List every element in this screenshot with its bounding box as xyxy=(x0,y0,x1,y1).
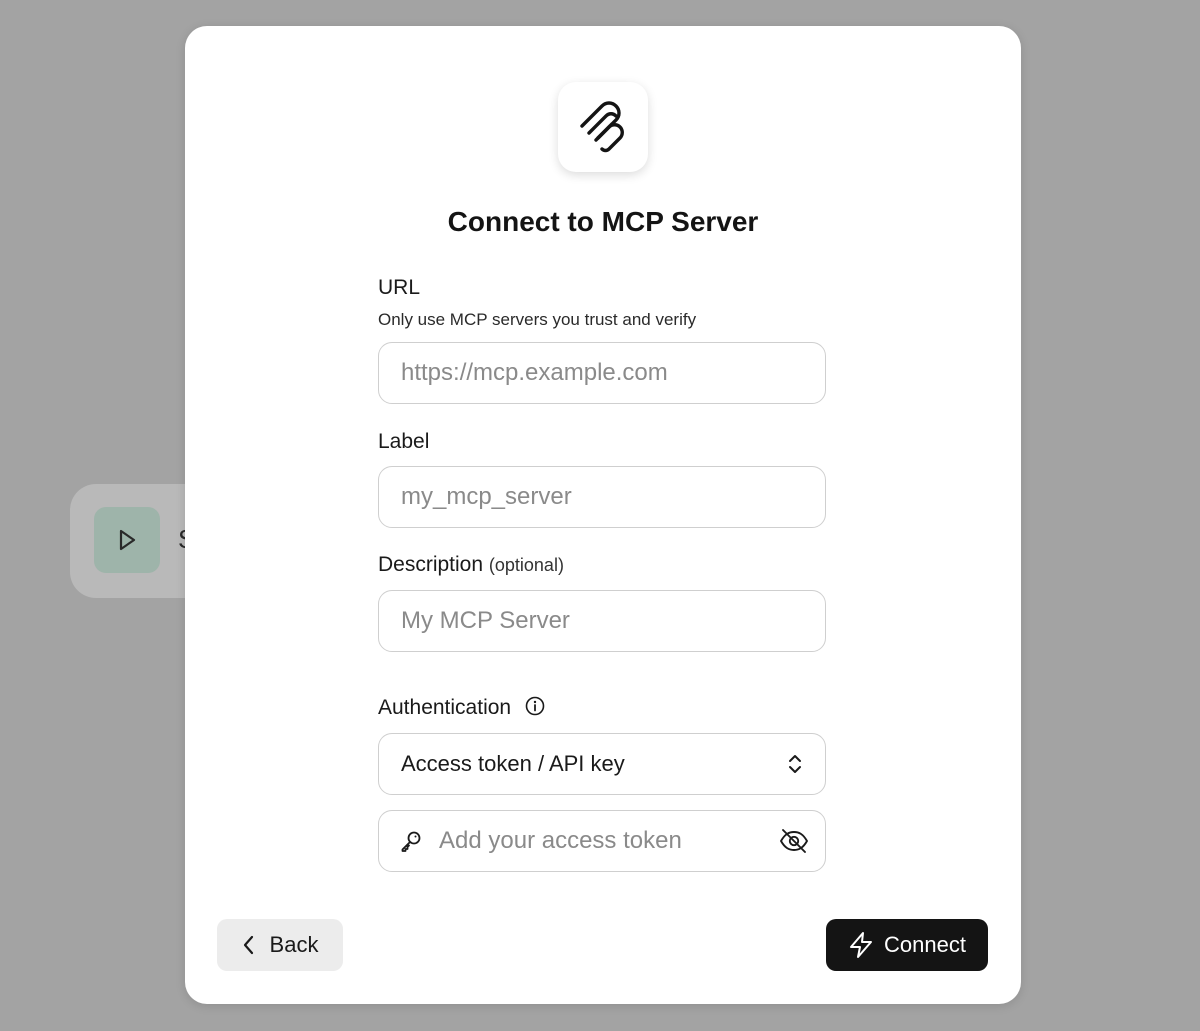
connect-button[interactable]: Connect xyxy=(826,919,988,971)
description-label: Description (optional) xyxy=(378,553,564,577)
authentication-selected-value: Access token / API key xyxy=(401,751,625,776)
token-input-wrapper xyxy=(378,810,826,872)
play-icon xyxy=(116,528,138,552)
info-icon[interactable] xyxy=(525,696,545,716)
authentication-select[interactable]: Access token / API key xyxy=(378,733,826,795)
mcp-logo-icon xyxy=(576,100,630,154)
description-input-wrapper xyxy=(378,590,826,652)
mcp-logo xyxy=(558,82,648,172)
eye-off-icon[interactable] xyxy=(779,828,809,854)
label-label: Label xyxy=(378,430,430,453)
connect-button-label: Connect xyxy=(884,932,966,957)
dialog-title: Connect to MCP Server xyxy=(447,206,759,237)
lightning-icon xyxy=(848,931,874,959)
back-button-label: Back xyxy=(269,932,319,957)
connect-mcp-dialog: Connect to MCP Server URL Only use MCP s… xyxy=(185,26,1021,1004)
authentication-label-text: Authentication xyxy=(378,696,512,719)
optional-tag: (optional) xyxy=(488,555,564,575)
back-button[interactable]: Back xyxy=(217,919,343,971)
label-input[interactable] xyxy=(401,483,803,511)
key-icon xyxy=(399,829,423,853)
url-label: URL xyxy=(378,276,421,299)
access-token-input[interactable] xyxy=(439,827,779,855)
chevron-up-down-icon xyxy=(787,752,803,776)
description-label-text: Description xyxy=(378,553,484,576)
url-input-wrapper xyxy=(378,342,826,404)
url-hint: Only use MCP servers you trust and verif… xyxy=(378,310,697,329)
label-input-wrapper xyxy=(378,466,826,528)
url-input[interactable] xyxy=(401,359,803,387)
chevron-left-icon xyxy=(242,934,256,956)
background-play-button xyxy=(94,507,160,573)
description-input[interactable] xyxy=(401,607,803,635)
authentication-label: Authentication xyxy=(378,696,545,720)
